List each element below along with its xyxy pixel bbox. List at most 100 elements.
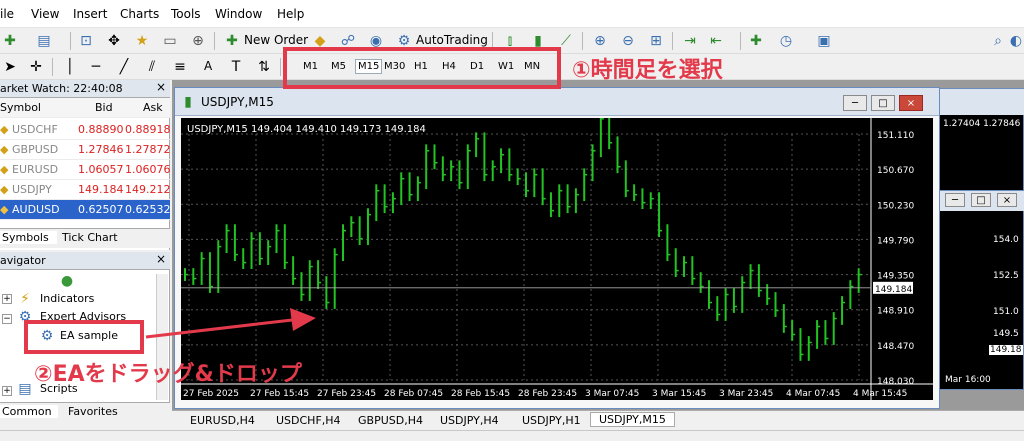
- time-tick-label: 4 Mar 15:45: [853, 389, 907, 399]
- symbol-icon: ◆: [0, 163, 9, 176]
- zoom-out-icon[interactable]: ⊖: [620, 33, 636, 49]
- market-watch-row-selected[interactable]: ◆ AUDUSD 0.62507 0.62532: [0, 200, 171, 220]
- menu-view[interactable]: View: [31, 7, 59, 21]
- indicators-icon[interactable]: ✚: [748, 33, 764, 49]
- price-label: 152.5: [993, 271, 1019, 281]
- annotation-step2: ②EAをドラッグ&ドロップ: [34, 362, 302, 387]
- symbol-icon: ◆: [0, 143, 9, 156]
- horizontal-line-icon[interactable]: ─: [88, 59, 104, 75]
- price-label: 154.0: [993, 235, 1019, 245]
- price-label: 149.5: [993, 329, 1019, 339]
- column-bid[interactable]: Bid: [95, 101, 113, 114]
- periods-icon[interactable]: ◷: [778, 33, 794, 49]
- time-tick-label: 27 Feb 23:45: [317, 389, 376, 399]
- minimize-button[interactable]: ─: [843, 95, 867, 111]
- text-tool[interactable]: A: [204, 59, 212, 73]
- price-tick-label: 148.030: [877, 377, 914, 387]
- text-label-icon[interactable]: T: [228, 59, 244, 75]
- tab-symbols[interactable]: Symbols: [0, 231, 57, 244]
- profiles-icon[interactable]: ▤: [36, 33, 52, 49]
- menu-window[interactable]: Window: [215, 7, 262, 21]
- column-ask[interactable]: Ask: [143, 101, 163, 114]
- market-watch-row[interactable]: ◆ GBPUSD 1.27846 1.27872: [0, 140, 171, 160]
- tab-common[interactable]: Common: [0, 405, 58, 418]
- tab-tick-chart[interactable]: Tick Chart: [62, 231, 118, 244]
- menu-tools[interactable]: Tools: [171, 7, 201, 21]
- cursor-icon[interactable]: ➤: [2, 59, 18, 75]
- terminal-icon[interactable]: ▭: [162, 33, 178, 49]
- ea-highlight-box: [24, 320, 144, 354]
- chart-tab[interactable]: USDJPY,H4: [440, 414, 499, 427]
- chart-tab-active[interactable]: USDJPY,M15: [590, 412, 675, 427]
- background-chart-window-2[interactable]: ─ □ × 154.0 152.5 151.0 149.5 149.18 Mar…: [934, 190, 1024, 390]
- nav-item-indicators[interactable]: Indicators: [40, 292, 94, 305]
- auto-scroll-icon[interactable]: ⇥: [682, 33, 698, 49]
- window-titlebar[interactable]: ▮ USDJPY,M15 ─ □ ×: [175, 88, 939, 116]
- navigator-icon[interactable]: ★: [134, 33, 150, 49]
- search-icon[interactable]: ⌕: [990, 33, 1006, 49]
- time-tick-label: 3 Mar 15:45: [652, 389, 706, 399]
- time-tick-label: 28 Feb 07:45: [384, 389, 443, 399]
- collapse-icon[interactable]: −: [2, 314, 12, 324]
- arrows-icon[interactable]: ⇅: [256, 59, 272, 75]
- menu-help[interactable]: Help: [277, 7, 304, 21]
- data-window-icon[interactable]: ✥: [106, 33, 122, 49]
- window-titlebar[interactable]: [939, 89, 1024, 115]
- time-tick-label: 28 Feb 23:45: [518, 389, 577, 399]
- market-watch-title: arket Watch: 22:40:08: [0, 82, 123, 95]
- channel-icon[interactable]: ⫽: [144, 59, 160, 75]
- menu-insert[interactable]: Insert: [73, 7, 107, 21]
- market-watch-row[interactable]: ◆ EURUSD 1.06057 1.06076: [0, 160, 171, 180]
- chart-tabs: EURUSD,H4 USDCHF,H4 GBPUSD,H4 USDJPY,H4 …: [172, 410, 1024, 430]
- separator: [52, 58, 53, 76]
- maximize-button[interactable]: □: [871, 95, 895, 111]
- expand-icon[interactable]: +: [2, 386, 12, 396]
- time-tick-label: 28 Feb 15:45: [451, 389, 510, 399]
- chart-tab[interactable]: EURUSD,H4: [190, 414, 255, 427]
- symbol-icon: ◆: [0, 203, 9, 216]
- price-tick-label: 150.670: [877, 166, 914, 176]
- autotrading-button[interactable]: AutoTrading: [416, 33, 488, 47]
- trendline-icon[interactable]: ╱: [116, 59, 132, 75]
- separator: [280, 58, 281, 76]
- vertical-line-icon[interactable]: │: [62, 59, 78, 75]
- chart-tab[interactable]: USDCHF,H4: [276, 414, 341, 427]
- new-order-icon[interactable]: ✚: [224, 33, 240, 49]
- new-chart-icon[interactable]: ✚: [2, 33, 18, 49]
- strategy-tester-icon[interactable]: ⊕: [190, 33, 206, 49]
- templates-icon[interactable]: ▣: [816, 33, 832, 49]
- chart-tab[interactable]: GBPUSD,H4: [358, 414, 423, 427]
- close-button[interactable]: ×: [899, 95, 923, 111]
- chart-info: 1.27404 1.27846: [943, 119, 1021, 129]
- bid: 149.184: [78, 183, 124, 196]
- chart-info-line: USDJPY,M15 149.404 149.410 149.173 149.1…: [187, 124, 426, 135]
- fibonacci-icon[interactable]: ≡: [172, 59, 188, 75]
- close-button[interactable]: ×: [997, 193, 1017, 207]
- chart-window-icon: ▮: [184, 94, 192, 110]
- new-order-button[interactable]: New Order: [244, 33, 308, 47]
- maximize-button[interactable]: □: [971, 193, 991, 207]
- time-tick-label: 3 Mar 23:45: [719, 389, 773, 399]
- window-titlebar[interactable]: ─ □ ×: [935, 191, 1024, 211]
- zoom-in-icon[interactable]: ⊕: [592, 33, 608, 49]
- chart-tab[interactable]: USDJPY,H1: [522, 414, 581, 427]
- menu-charts[interactable]: Charts: [120, 7, 159, 21]
- account-item-icon[interactable]: ●: [60, 274, 74, 288]
- tile-windows-icon[interactable]: ⊞: [648, 33, 664, 49]
- menu-file[interactable]: ile: [0, 7, 14, 21]
- chart-shift-icon[interactable]: ⇤: [708, 33, 724, 49]
- minimize-button[interactable]: ─: [945, 193, 965, 207]
- market-watch-icon[interactable]: ⊡: [78, 33, 94, 49]
- tab-favorites[interactable]: Favorites: [68, 405, 118, 418]
- close-icon[interactable]: ×: [156, 80, 166, 94]
- market-watch-tabs: Symbols Tick Chart: [0, 228, 170, 248]
- market-watch-row[interactable]: ◆ USDCHF 0.88890 0.88918: [0, 120, 171, 140]
- crosshair-icon[interactable]: ✛: [28, 59, 44, 75]
- account-icon[interactable]: ◐: [1008, 33, 1024, 49]
- expand-icon[interactable]: +: [2, 294, 12, 304]
- close-icon[interactable]: ×: [156, 252, 166, 266]
- column-symbol[interactable]: Symbol: [0, 101, 41, 114]
- bid: 0.62507: [78, 203, 124, 216]
- status-bar: [0, 430, 1024, 441]
- market-watch-row[interactable]: ◆ USDJPY 149.184 149.212: [0, 180, 171, 200]
